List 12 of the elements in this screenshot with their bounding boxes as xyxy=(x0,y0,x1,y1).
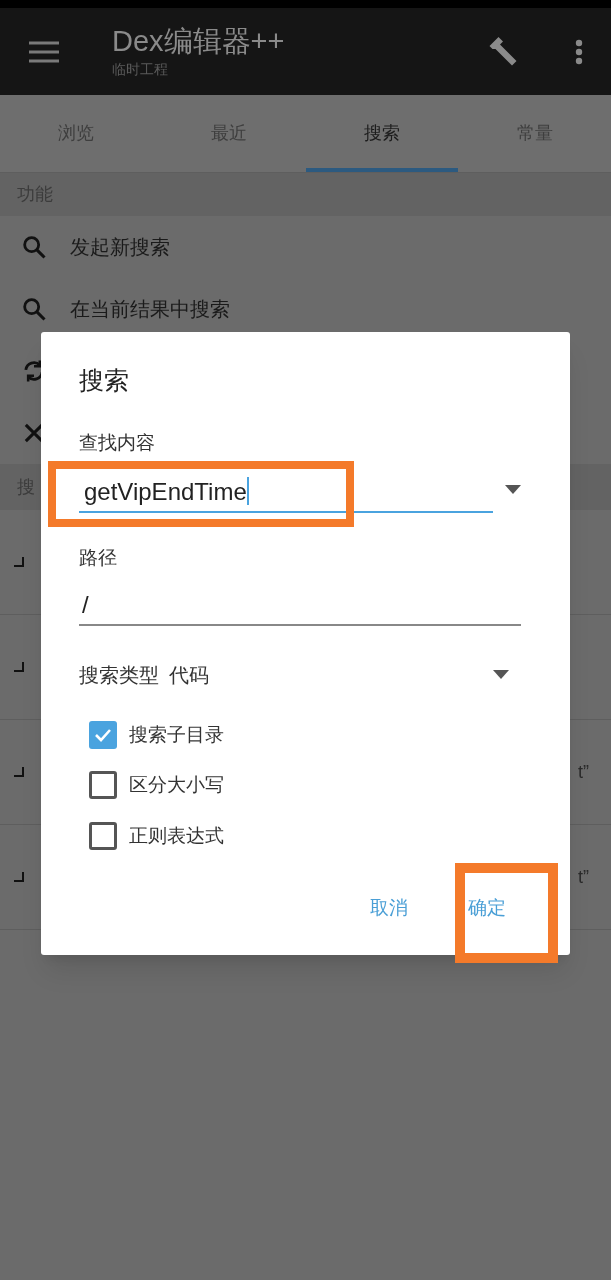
app-subtitle: 临时工程 xyxy=(112,60,169,79)
field-label: 路径 xyxy=(79,546,118,570)
result-text: t” xyxy=(578,865,589,889)
app-title: Dex编辑器++ xyxy=(112,24,286,59)
checkbox-label: 正则表达式 xyxy=(129,823,224,848)
dialog-title: 搜索 xyxy=(79,365,130,396)
function-label: 发起新搜索 xyxy=(70,235,170,260)
checkbox-label: 搜索子目录 xyxy=(129,722,224,747)
result-text: t” xyxy=(578,760,589,784)
field-label: 查找内容 xyxy=(79,430,156,455)
checkbox-label: 区分大小写 xyxy=(129,773,224,797)
function-label: 在当前结果中搜索 xyxy=(70,297,230,322)
